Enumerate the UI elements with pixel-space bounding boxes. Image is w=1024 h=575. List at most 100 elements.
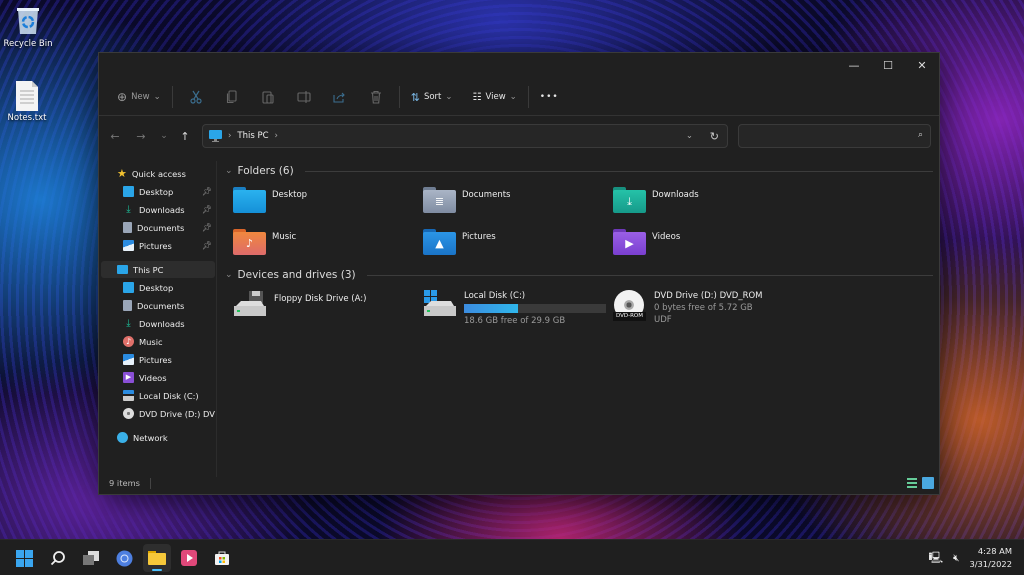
forward-button[interactable]: →: [130, 123, 152, 149]
sort-button[interactable]: ⇅ Sort ⌄: [405, 84, 459, 110]
breadcrumb-separator-icon[interactable]: ›: [275, 131, 278, 141]
folder-tile-music[interactable]: ♪ Music: [233, 229, 413, 265]
copy-button[interactable]: [214, 84, 250, 110]
desktop-icon-notes[interactable]: Notes.txt: [0, 80, 57, 123]
store-icon: [215, 551, 229, 565]
title-bar[interactable]: — ☐ ✕: [99, 53, 939, 77]
share-button[interactable]: [322, 84, 358, 110]
task-view-button[interactable]: [77, 544, 105, 572]
search-input[interactable]: ⌕: [738, 124, 931, 148]
folders-group-header[interactable]: ⌄ Folders (6): [225, 165, 933, 177]
sidebar-item-documents[interactable]: Documents: [101, 297, 215, 314]
recycle-bin-icon: [15, 6, 41, 36]
delete-button[interactable]: [358, 84, 394, 110]
address-bar[interactable]: › This PC › ⌄ ↻: [202, 124, 728, 148]
navigation-pane: ★ Quick access Desktop 📌︎ ⤓ Downloads 📌︎…: [99, 161, 217, 477]
desktop-icon-label: Recycle Bin: [3, 39, 53, 49]
sidebar-item-qa-desktop[interactable]: Desktop 📌︎: [101, 183, 215, 200]
address-dropdown-icon[interactable]: ⌄: [686, 131, 693, 141]
pin-icon[interactable]: 📌︎: [202, 187, 212, 196]
pin-icon[interactable]: 📌︎: [202, 205, 212, 214]
sidebar-item-dvd-drive[interactable]: DVD Drive (D:) DV: [101, 405, 215, 422]
paste-icon: [262, 91, 274, 104]
desktop-folder-icon: [123, 186, 134, 197]
folder-tile-documents[interactable]: ≣ Documents: [423, 187, 603, 223]
network-icon: [117, 432, 128, 443]
music-folder-icon: ♪: [233, 229, 266, 255]
documents-folder-icon: ≣: [423, 187, 456, 213]
details-view-button[interactable]: [907, 478, 917, 488]
refresh-icon[interactable]: ↻: [710, 130, 719, 143]
chrome-button[interactable]: [110, 544, 138, 572]
rename-button[interactable]: [286, 84, 322, 110]
view-button[interactable]: ☷ View ⌄: [467, 84, 523, 110]
sidebar-item-downloads[interactable]: ⤓ Downloads: [101, 315, 215, 332]
sidebar-item-quick-access[interactable]: ★ Quick access: [101, 165, 215, 182]
folder-tile-downloads[interactable]: ⤓ Downloads: [613, 187, 793, 223]
sidebar-item-qa-downloads[interactable]: ⤓ Downloads 📌︎: [101, 201, 215, 218]
start-button[interactable]: [10, 544, 38, 572]
up-button[interactable]: ↑: [174, 123, 196, 149]
paste-button[interactable]: [250, 84, 286, 110]
tiles-view-button[interactable]: [922, 477, 934, 489]
pin-icon[interactable]: 📌︎: [202, 241, 212, 250]
scissors-icon: [190, 90, 202, 104]
desktop-icon-recycle-bin[interactable]: Recycle Bin: [0, 6, 58, 49]
divider: [527, 86, 529, 108]
downloads-folder-icon: ⤓: [613, 187, 646, 213]
clock-time: 4:28 AM: [977, 546, 1012, 556]
download-icon: ⤓: [126, 318, 131, 329]
command-bar: ⊕ New ⌄ ⇅ Sort ⌄ ☷ View ⌄ •••: [99, 83, 939, 111]
search-icon: ⌕: [917, 130, 923, 140]
more-options-button[interactable]: •••: [534, 84, 565, 110]
chevron-down-icon: ⌄: [509, 92, 517, 102]
sidebar-item-local-disk[interactable]: Local Disk (C:): [101, 387, 215, 404]
clock-date: 3/31/2022: [969, 559, 1012, 569]
drive-tile-local-disk[interactable]: Local Disk (C:) 18.6 GB free of 29.9 GB: [423, 290, 606, 327]
folder-tile-desktop[interactable]: Desktop: [233, 187, 413, 223]
sidebar-item-qa-documents[interactable]: Documents 📌︎: [101, 219, 215, 236]
cut-button[interactable]: [178, 84, 214, 110]
plus-circle-icon: ⊕: [117, 90, 128, 104]
sidebar-item-network[interactable]: Network: [101, 429, 215, 446]
breadcrumb-this-pc[interactable]: This PC: [237, 131, 268, 141]
drive-tile-dvd[interactable]: DVD-ROM DVD Drive (D:) DVD_ROM 0 bytes f…: [613, 290, 763, 326]
search-button[interactable]: [44, 544, 72, 572]
pictures-folder-icon: ▲: [423, 229, 456, 255]
recent-locations-button[interactable]: ⌄: [153, 123, 175, 149]
drive-tile-floppy[interactable]: Floppy Disk Drive (A:): [233, 290, 366, 318]
trash-icon: [370, 90, 381, 104]
this-pc-icon: [209, 130, 222, 142]
sidebar-item-qa-pictures[interactable]: Pictures 📌︎: [101, 237, 215, 254]
folder-tile-pictures[interactable]: ▲ Pictures: [423, 229, 603, 265]
pictures-icon: [123, 354, 134, 365]
drives-group-header[interactable]: ⌄ Devices and drives (3): [225, 269, 933, 281]
rename-icon: [297, 91, 311, 103]
divider: [171, 86, 173, 108]
breadcrumb-separator-icon: ›: [228, 131, 232, 141]
file-explorer-button[interactable]: [143, 544, 171, 572]
music-icon: ♪: [123, 336, 134, 347]
dvd-icon: [123, 408, 134, 419]
network-status-icon[interactable]: 🖳︎: [928, 549, 943, 568]
back-button[interactable]: ←: [104, 123, 126, 149]
media-player-button[interactable]: [175, 544, 203, 572]
sidebar-item-desktop[interactable]: Desktop: [101, 279, 215, 296]
store-button[interactable]: [208, 544, 236, 572]
clock[interactable]: 4:28 AM 3/31/2022: [969, 545, 1012, 571]
new-button[interactable]: ⊕ New ⌄: [111, 84, 167, 110]
close-button[interactable]: ✕: [905, 53, 939, 77]
share-icon: [333, 92, 346, 103]
sidebar-item-videos[interactable]: ▶ Videos: [101, 369, 215, 386]
maximize-button[interactable]: ☐: [871, 53, 905, 77]
dvd-disc-icon: DVD-ROM: [613, 290, 646, 322]
minimize-button[interactable]: —: [837, 53, 871, 77]
volume-muted-icon[interactable]: 🔇︎: [953, 553, 959, 564]
file-explorer-icon: [148, 551, 166, 565]
divider: [99, 115, 939, 116]
sidebar-item-this-pc[interactable]: This PC: [101, 261, 215, 278]
sidebar-item-pictures[interactable]: Pictures: [101, 351, 215, 368]
sidebar-item-music[interactable]: ♪ Music: [101, 333, 215, 350]
folder-tile-videos[interactable]: ▶ Videos: [613, 229, 793, 265]
pin-icon[interactable]: 📌︎: [202, 223, 212, 232]
